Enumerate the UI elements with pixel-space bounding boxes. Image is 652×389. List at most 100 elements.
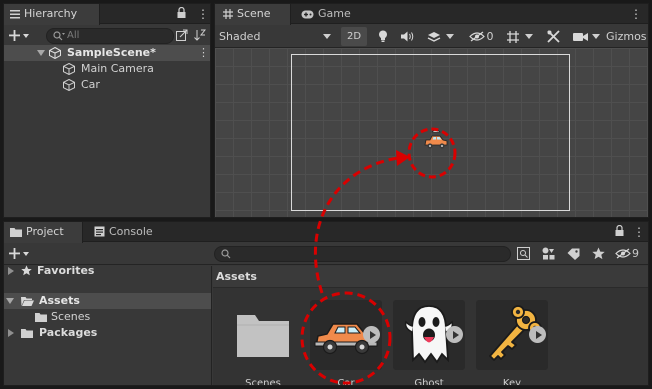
project-tabbar: Project Console ⋮ [4,222,648,243]
collapse-arrow-icon[interactable] [8,329,14,337]
search-window-icon[interactable] [517,247,530,260]
expand-arrow-icon[interactable] [37,50,45,56]
chevron-down-icon [591,34,600,39]
favorite-star-icon[interactable] [592,247,605,260]
object-label: Main Camera [81,62,154,75]
shading-mode-value: Shaded [219,30,261,43]
scene-menu-icon[interactable]: ⋮ [198,45,209,61]
collapse-arrow-icon[interactable] [8,267,14,275]
asset-ghost-sprite[interactable]: Ghost [393,300,465,385]
tree-item-scenes[interactable]: Scenes [4,309,211,325]
lock-icon[interactable] [177,7,186,18]
gizmos-dropdown[interactable]: Gizmos [606,27,648,46]
search-icon [53,31,65,41]
tree-item-favorites[interactable]: Favorites [4,263,211,279]
project-panel: Project Console ⋮ 9 Favorites Assets Sce… [3,221,649,386]
tree-item-car[interactable]: Car [4,77,210,93]
hidden-packages-toggle[interactable]: 9 [615,247,639,260]
tree-label: Assets [39,294,80,307]
hidden-packages-count: 9 [632,247,639,260]
hidden-objects-toggle[interactable]: 0 [467,27,495,46]
tab-project-label: Project [26,225,64,238]
object-label: Car [81,78,100,91]
search-by-label-icon[interactable] [567,248,580,260]
project-search-input[interactable] [214,246,511,262]
gameobject-cube-icon [63,63,75,75]
effects-dropdown[interactable] [423,27,457,46]
asset-label: Car [337,378,355,386]
eye-slash-icon [468,31,485,42]
tab-project[interactable]: Project [4,222,83,243]
play-icon[interactable] [363,326,380,343]
grid-snapping-dropdown[interactable] [502,27,536,46]
shading-mode-dropdown[interactable]: Shaded [217,27,334,46]
sort-icon[interactable] [194,29,206,42]
tree-label: Favorites [37,264,95,277]
scene-tabbar: Scene Game ⋮ [215,4,648,25]
tab-game[interactable]: Game [295,4,359,25]
tree-item-packages[interactable]: Packages [4,325,211,341]
tab-console[interactable]: Console [88,222,161,243]
tools-wrench-icon [546,30,560,43]
asset-label: Key [502,378,522,386]
tab-hierarchy-label: Hierarchy [24,7,78,20]
scene-name: SampleScene* [67,46,156,59]
car-sprite-in-scene[interactable] [421,125,451,155]
hierarchy-tabbar: Hierarchy ⋮ [4,4,210,25]
play-icon[interactable] [529,326,546,343]
tree-item-main-camera[interactable]: Main Camera [4,61,210,77]
project-folder-tree: Favorites Assets Scenes Packages [4,263,212,385]
chevron-down-icon [524,34,533,39]
create-button[interactable] [9,247,31,260]
search-icon [221,249,231,259]
add-button[interactable] [9,29,31,42]
key-sprite-icon [476,300,548,370]
eye-slash-icon [615,248,631,259]
tree-item-scene[interactable]: SampleScene* ⋮ [4,45,210,61]
chevron-down-icon [323,34,331,39]
hierarchy-toolbar: All [4,25,210,47]
star-icon [21,265,32,276]
tools-toggle[interactable] [544,27,562,46]
list-icon [10,10,20,19]
lighting-toggle[interactable] [375,27,391,46]
scene-visibility-icon[interactable] [176,29,188,42]
2d-mode-toggle[interactable]: 2D [341,27,367,46]
asset-car-sprite[interactable]: Car [310,300,382,386]
tab-hierarchy[interactable]: Hierarchy [4,4,100,25]
project-asset-grid: Assets Scenes Car Ghost Key [213,266,648,385]
breadcrumb: Assets [213,266,648,288]
search-input[interactable]: All [46,28,174,44]
expand-arrow-icon[interactable] [6,298,14,304]
tree-item-assets[interactable]: Assets [4,293,211,309]
project-menu-icon[interactable]: ⋮ [633,226,645,238]
hierarchy-menu-icon[interactable]: ⋮ [197,8,209,20]
unity-scene-icon [49,47,61,59]
camera-dropdown[interactable] [570,27,602,46]
ghost-sprite-icon [393,300,465,370]
audio-toggle[interactable] [399,27,415,46]
console-icon [94,226,105,237]
tree-label: Scenes [51,310,91,323]
tab-scene[interactable]: Scene [215,4,291,25]
scene-menu-icon[interactable]: ⋮ [630,8,642,20]
hierarchy-panel: Hierarchy ⋮ All SampleScene* ⋮ Main Came… [3,3,211,218]
search-placeholder: All [67,30,80,41]
breadcrumb-assets[interactable]: Assets [216,270,257,283]
scene-viewport[interactable] [215,48,648,217]
gizmos-label: Gizmos [606,30,647,43]
search-by-type-icon[interactable] [542,247,555,260]
asset-scenes-folder[interactable]: Scenes [227,300,299,386]
play-icon[interactable] [446,326,463,343]
asset-key-sprite[interactable]: Key [476,300,548,386]
gamepad-icon [301,10,314,19]
asset-label: Scenes [245,378,281,386]
folder-icon [227,300,299,370]
speaker-icon [400,31,414,42]
folder-icon [21,328,33,338]
folder-icon [35,312,47,322]
grid-icon [506,30,520,44]
car-sprite-icon [310,300,382,370]
lock-icon[interactable] [615,225,624,236]
chevron-down-icon [445,34,454,39]
